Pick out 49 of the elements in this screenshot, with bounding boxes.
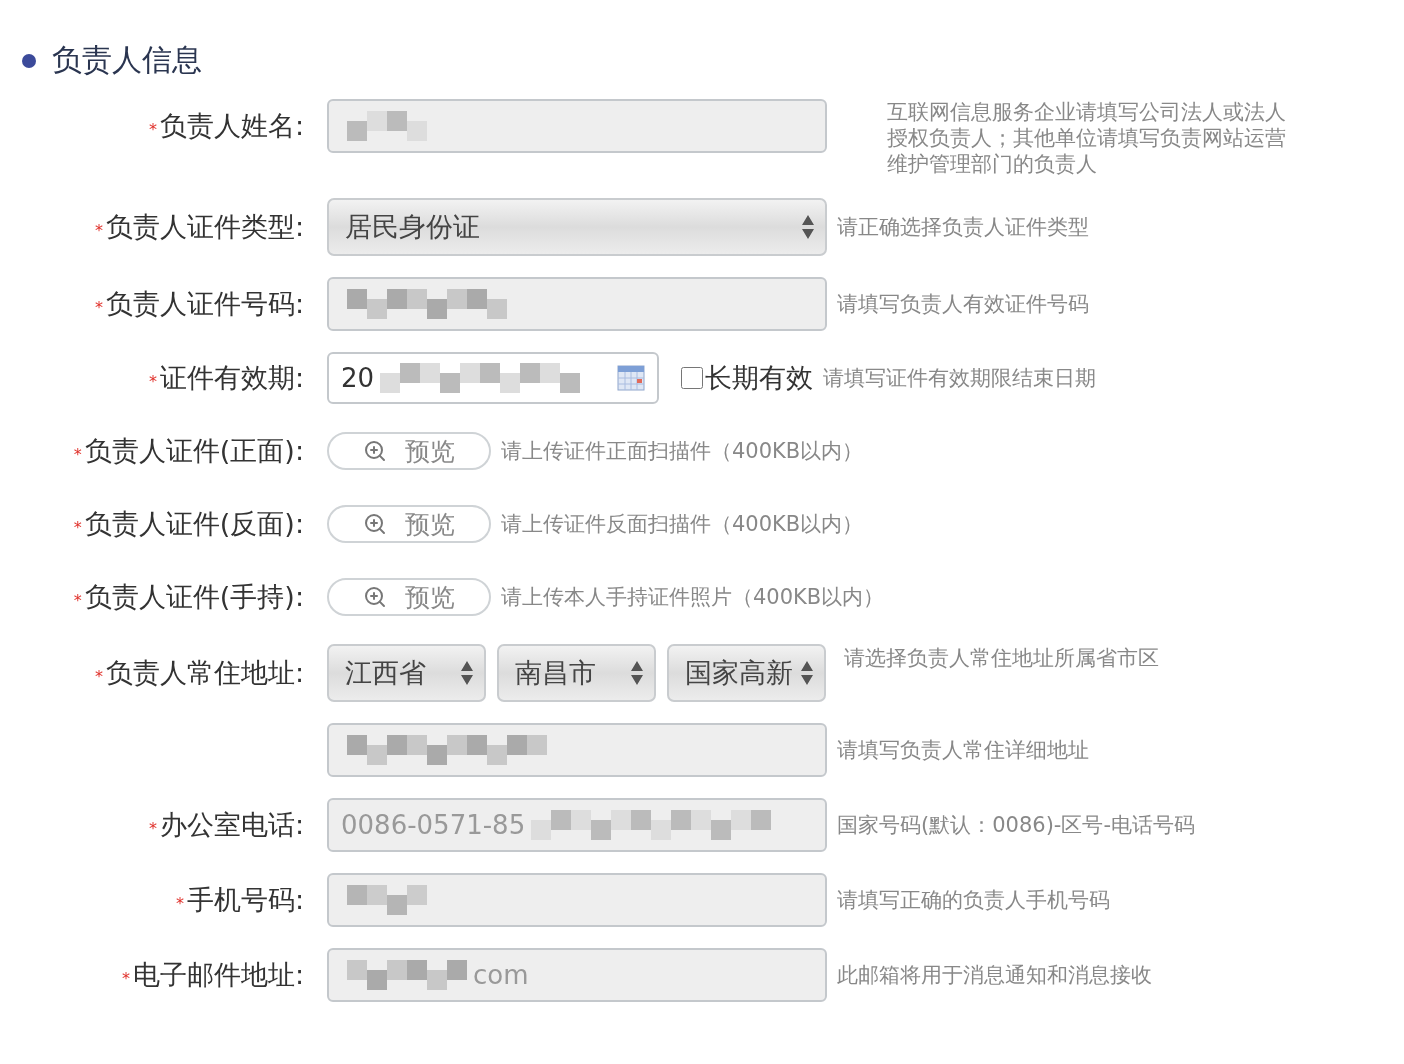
hint-text: 此邮箱将用于消息通知和消息接收 <box>837 962 1152 989</box>
dropdown[interactable]: 国家高新 <box>667 644 826 702</box>
field-label: *手机号码: <box>175 883 304 917</box>
hint-text: 请正确选择负责人证件类型 <box>837 214 1089 241</box>
field-label: *负责人证件号码: <box>94 287 304 321</box>
date-field[interactable]: 20 <box>327 352 659 404</box>
dropdown[interactable]: 江西省 <box>327 644 486 702</box>
hint-text: 维护管理部门的负责人 <box>887 151 1098 177</box>
up-down-arrows-icon <box>630 660 644 686</box>
field-label: *电子邮件地址: <box>121 958 304 992</box>
hint-text: 授权负责人；其他单位请填写负责网站运营 <box>887 125 1286 151</box>
preview-button[interactable]: 预览 <box>327 505 491 543</box>
field-label: *负责人证件(手持): <box>73 580 304 614</box>
hint-text: 互联网信息服务企业请填写公司法人或法人 <box>887 99 1286 125</box>
dropdown[interactable]: 南昌市 <box>497 644 656 702</box>
hint-text: 请填写负责人有效证件号码 <box>837 291 1089 318</box>
checkbox[interactable] <box>681 367 703 389</box>
hint-text: 国家号码(默认：0086)-区号-电话号码 <box>837 812 1195 839</box>
up-down-arrows-icon <box>460 660 474 686</box>
hint-text: 请填写负责人常住详细地址 <box>837 737 1089 764</box>
field-label: *负责人证件类型: <box>94 210 304 244</box>
dropdown[interactable]: 居民身份证 <box>327 198 827 256</box>
dropdown-value: 居民身份证 <box>345 210 480 244</box>
field-label: *负责人姓名: <box>148 109 304 143</box>
preview-button[interactable]: 预览 <box>327 432 491 470</box>
field-label: *办公室电话: <box>148 808 304 842</box>
up-down-arrows-icon <box>801 214 815 240</box>
hint-text: 请选择负责人常住地址所属省市区 <box>844 645 1159 672</box>
bullet-icon <box>22 53 36 68</box>
zoom-in-icon <box>363 585 387 609</box>
field-label: *负责人证件(反面): <box>73 507 304 541</box>
up-down-arrows-icon <box>800 660 814 686</box>
dropdown-value: 南昌市 <box>515 656 596 690</box>
zoom-in-icon <box>363 439 387 463</box>
hint-text: 请填写证件有效期限结束日期 <box>823 365 1096 392</box>
field-label: *负责人证件(正面): <box>73 434 304 468</box>
dropdown-value: 江西省 <box>345 656 426 690</box>
checkbox-label: 长期有效 <box>705 361 813 395</box>
hint-text: 请上传本人手持证件照片（400KB以内） <box>501 584 885 611</box>
zoom-in-icon <box>363 512 387 536</box>
calendar-icon <box>617 365 645 391</box>
hint-text: 请填写正确的负责人手机号码 <box>837 887 1110 914</box>
preview-button[interactable]: 预览 <box>327 578 491 616</box>
hint-text: 请上传证件反面扫描件（400KB以内） <box>501 511 864 538</box>
hint-text: 请上传证件正面扫描件（400KB以内） <box>501 438 864 465</box>
field-label: *证件有效期: <box>148 361 304 395</box>
section-title: 负责人信息 <box>52 41 202 79</box>
field-label: *负责人常住地址: <box>94 656 304 690</box>
dropdown-value: 国家高新 <box>685 656 793 690</box>
